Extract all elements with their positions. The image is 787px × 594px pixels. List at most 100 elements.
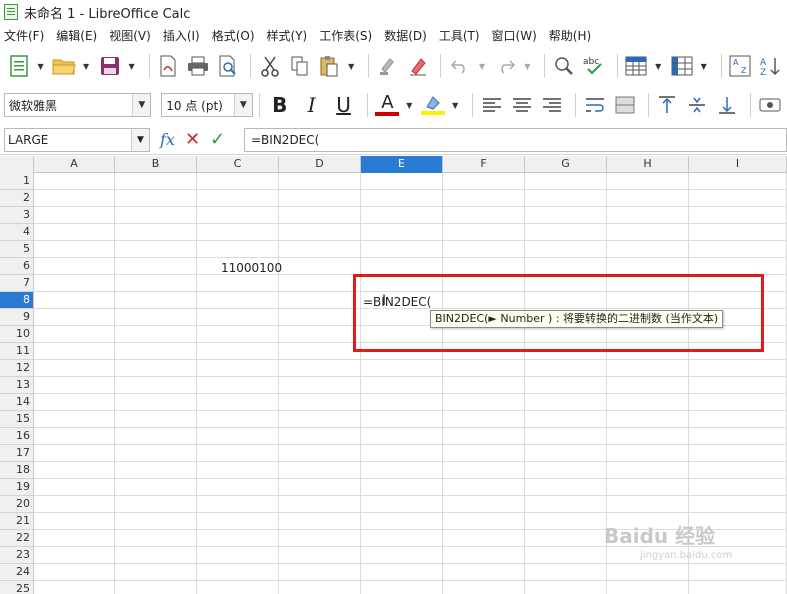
cell-e8-editing[interactable]: =BIN2DEC( [363,294,431,310]
row-header-6[interactable]: 6 [0,258,34,275]
row-header-12[interactable]: 12 [0,360,34,377]
chevron-down-icon[interactable]: ▼ [233,94,252,116]
row-header-17[interactable]: 17 [0,445,34,462]
row-header-13[interactable]: 13 [0,377,34,394]
column-header-i[interactable]: I [689,156,787,173]
align-center-icon[interactable] [509,92,535,118]
undo-icon[interactable] [447,53,473,79]
menu-sheet[interactable]: 工作表(S) [319,27,372,44]
font-name-select[interactable]: 微软雅黑 ▼ [4,93,152,117]
redo-dropdown-icon[interactable]: ▼ [523,62,533,71]
align-bottom-icon[interactable] [714,92,740,118]
highlight-color-button[interactable] [420,91,446,119]
formula-input[interactable]: =BIN2DEC( [244,128,787,152]
menu-help[interactable]: 帮助(H) [549,27,591,44]
row-header-2[interactable]: 2 [0,190,34,207]
column-dropdown-icon[interactable]: ▼ [699,62,709,71]
menu-styles[interactable]: 样式(Y) [267,27,308,44]
underline-button[interactable]: U [330,91,358,119]
row-header-8[interactable]: 8 [0,292,34,309]
highlight-dropdown-icon[interactable]: ▼ [450,101,460,110]
open-folder-icon[interactable] [52,53,78,79]
redo-icon[interactable] [493,53,519,79]
column-header-g[interactable]: G [525,156,607,173]
wrap-text-icon[interactable] [582,92,608,118]
currency-format-icon[interactable] [757,92,783,118]
font-color-dropdown-icon[interactable]: ▼ [404,101,414,110]
new-document-icon[interactable] [6,53,32,79]
sort-icon[interactable]: AZ [728,53,754,79]
row-header-10[interactable]: 10 [0,326,34,343]
row-dropdown-icon[interactable]: ▼ [653,62,663,71]
chevron-down-icon[interactable]: ▼ [132,94,151,116]
menu-file[interactable]: 文件(F) [4,27,44,44]
font-size-select[interactable]: 10 点 (pt) ▼ [161,93,253,117]
row-header-4[interactable]: 4 [0,224,34,241]
column-header-f[interactable]: F [443,156,525,173]
print-icon[interactable] [185,53,211,79]
function-wizard-icon[interactable]: fx [160,130,175,149]
merge-cells-icon[interactable] [612,92,638,118]
row-header-20[interactable]: 20 [0,496,34,513]
name-box[interactable]: LARGE ▼ [4,127,150,152]
clone-formatting-icon[interactable] [375,53,401,79]
undo-dropdown-icon[interactable]: ▼ [477,62,487,71]
row-header-23[interactable]: 23 [0,547,34,564]
menu-view[interactable]: 视图(V) [109,27,151,44]
row-header-5[interactable]: 5 [0,241,34,258]
align-top-icon[interactable] [655,92,681,118]
cut-icon[interactable] [257,53,283,79]
row-grid-icon[interactable] [624,53,650,79]
find-replace-icon[interactable] [551,53,577,79]
paste-dropdown-icon[interactable]: ▼ [346,62,356,71]
row-header-22[interactable]: 22 [0,530,34,547]
row-header-11[interactable]: 11 [0,343,34,360]
menu-edit[interactable]: 编辑(E) [56,27,97,44]
row-header-25[interactable]: 25 [0,581,34,594]
row-header-16[interactable]: 16 [0,428,34,445]
save-icon[interactable] [97,53,123,79]
cell-c6[interactable]: 11000100 [221,260,282,276]
column-header-e[interactable]: E [361,156,443,173]
row-header-9[interactable]: 9 [0,309,34,326]
bold-button[interactable]: B [266,91,294,119]
menu-window[interactable]: 窗口(W) [492,27,537,44]
copy-icon[interactable] [287,53,313,79]
italic-button[interactable]: I [298,91,326,119]
menu-data[interactable]: 数据(D) [384,27,427,44]
sort-ascending-icon[interactable]: AZ [757,53,783,79]
new-dropdown-icon[interactable]: ▼ [36,62,46,71]
cancel-icon[interactable]: ✕ [185,129,200,150]
row-header-24[interactable]: 24 [0,564,34,581]
row-header-7[interactable]: 7 [0,275,34,292]
select-all-corner[interactable] [0,156,34,173]
save-dropdown-icon[interactable]: ▼ [127,62,137,71]
chevron-down-icon[interactable]: ▼ [131,128,149,151]
align-right-icon[interactable] [539,92,565,118]
print-preview-icon[interactable] [215,53,241,79]
clear-formatting-icon[interactable] [405,53,431,79]
column-header-a[interactable]: A [34,156,115,173]
row-header-3[interactable]: 3 [0,207,34,224]
column-header-d[interactable]: D [279,156,361,173]
align-middle-icon[interactable] [684,92,710,118]
spreadsheet-grid[interactable]: ABCDEFGHI 1 2 3 4 5 6 7 8 9 10 11 12 13 14 15 16 17 18 19 2… [0,156,787,594]
spelling-icon[interactable]: abc [581,53,607,79]
row-header-18[interactable]: 18 [0,462,34,479]
column-header-b[interactable]: B [115,156,197,173]
column-header-c[interactable]: C [197,156,279,173]
row-header-21[interactable]: 21 [0,513,34,530]
align-left-icon[interactable] [479,92,505,118]
menu-insert[interactable]: 插入(I) [163,27,200,44]
font-color-button[interactable]: A [374,91,400,119]
paste-icon[interactable] [317,53,343,79]
row-header-14[interactable]: 14 [0,394,34,411]
row-header-15[interactable]: 15 [0,411,34,428]
accept-icon[interactable]: ✓ [210,129,225,150]
column-grid-icon[interactable] [669,53,695,79]
menu-format[interactable]: 格式(O) [212,27,255,44]
menu-tools[interactable]: 工具(T) [439,27,480,44]
open-dropdown-icon[interactable]: ▼ [81,62,91,71]
column-header-h[interactable]: H [607,156,689,173]
export-pdf-icon[interactable] [155,53,181,79]
